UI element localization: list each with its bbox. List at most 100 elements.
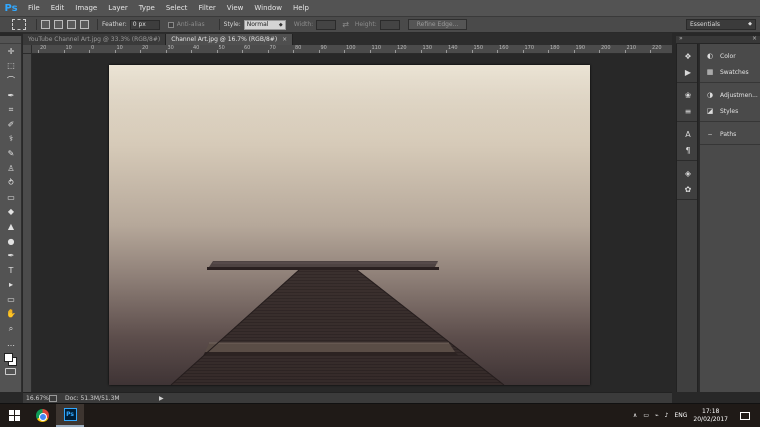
- menu-file[interactable]: File: [28, 4, 40, 12]
- play-actions-icon[interactable]: ▶: [677, 64, 699, 80]
- battery-icon[interactable]: ▭: [643, 412, 649, 419]
- history-icon[interactable]: ❖: [677, 48, 699, 64]
- language-indicator[interactable]: ENG: [674, 412, 687, 419]
- channels-icon[interactable]: ✿: [677, 181, 699, 197]
- dodge-tool-icon[interactable]: ●: [0, 234, 22, 249]
- panel-swatches[interactable]: ▦ Swatches: [700, 64, 760, 80]
- panel-styles[interactable]: ◪ Styles: [700, 103, 760, 119]
- hand-tool-icon[interactable]: ✋: [0, 307, 22, 322]
- brush-tool-icon[interactable]: ✎: [0, 146, 22, 161]
- zoom-level[interactable]: 16.67%: [23, 395, 49, 402]
- paragraph-icon[interactable]: ¶: [677, 142, 699, 158]
- show-hidden-icons-icon[interactable]: ∧: [633, 412, 637, 419]
- menu-view[interactable]: View: [227, 4, 244, 12]
- quick-selection-tool-icon[interactable]: ✒: [0, 88, 22, 103]
- menu-type[interactable]: Type: [139, 4, 155, 12]
- network-icon[interactable]: ⌁: [655, 412, 659, 419]
- menu-edit[interactable]: Edit: [51, 4, 65, 12]
- panel-group: ⌢ Paths: [700, 122, 760, 145]
- character-icon[interactable]: A: [677, 126, 699, 142]
- ruler-label: 20: [40, 45, 47, 51]
- zoom-tool-icon[interactable]: ⌕: [0, 321, 22, 336]
- tools-panel: ✛ ⬚ ⌒ ✒ ⌗ ✐ ⚕ ✎ ♙ ⥁ ▭ ◆ ▲ ● ✒ T ▸ ▭ ✋ ⌕…: [0, 36, 22, 392]
- taskbar-chrome[interactable]: [28, 404, 56, 427]
- rectangle-tool-icon[interactable]: ▭: [0, 292, 22, 307]
- ruler-tick: [599, 50, 600, 53]
- close-icon[interactable]: ×: [282, 34, 287, 45]
- history-brush-tool-icon[interactable]: ⥁: [0, 175, 22, 190]
- eraser-tool-icon[interactable]: ▭: [0, 190, 22, 205]
- type-tool-icon[interactable]: T: [0, 263, 22, 278]
- ruler-tick: [369, 50, 371, 53]
- brush-presets-icon[interactable]: ≡: [677, 103, 699, 119]
- path-selection-tool-icon[interactable]: ▸: [0, 278, 22, 293]
- clone-stamp-tool-icon[interactable]: ♙: [0, 161, 22, 176]
- tab-channel-art[interactable]: Channel Art.jpg @ 16.7% (RGB/8#) ×: [166, 34, 294, 45]
- height-input[interactable]: [379, 19, 400, 30]
- blur-tool-icon[interactable]: ▲: [0, 219, 22, 234]
- feather-input[interactable]: 0 px: [129, 19, 160, 30]
- ruler-origin[interactable]: [23, 45, 32, 54]
- document-icon: [49, 394, 57, 402]
- brush-settings-icon[interactable]: ❀: [677, 87, 699, 103]
- panel-adjustmen[interactable]: ◑ Adjustmen...: [700, 87, 760, 103]
- paint-bucket-tool-icon[interactable]: ◆: [0, 205, 22, 220]
- quick-mask-icon[interactable]: [5, 368, 16, 376]
- ruler-label: 20: [142, 45, 149, 51]
- options-divider: [36, 19, 37, 30]
- add-selection-mode-button[interactable]: [54, 20, 63, 29]
- crop-tool-icon[interactable]: ⌗: [0, 102, 22, 117]
- start-button[interactable]: [0, 404, 28, 427]
- volume-icon[interactable]: ♪: [665, 412, 669, 419]
- document-canvas[interactable]: [32, 54, 672, 392]
- layers-icon[interactable]: ◈: [677, 165, 699, 181]
- panel-color[interactable]: ◐ Color: [700, 48, 760, 64]
- move-tool-icon[interactable]: ✛: [0, 44, 22, 59]
- menu-image[interactable]: Image: [75, 4, 97, 12]
- ruler-tick: [63, 50, 65, 53]
- vertical-ruler[interactable]: [23, 54, 32, 392]
- healing-brush-tool-icon[interactable]: ⚕: [0, 132, 22, 147]
- menu-help[interactable]: Help: [293, 4, 309, 12]
- ruler-label: 150: [473, 45, 484, 51]
- taskbar-photoshop[interactable]: Ps: [56, 404, 84, 427]
- foreground-color-swatch[interactable]: [4, 353, 13, 363]
- workspace-select[interactable]: Essentials: [686, 19, 756, 30]
- new-selection-mode-button[interactable]: [41, 20, 50, 29]
- panel-paths[interactable]: ⌢ Paths: [700, 126, 760, 142]
- refine-edge-button[interactable]: Refine Edge...: [407, 19, 468, 30]
- menu-window[interactable]: Window: [254, 4, 282, 12]
- feather-label: Feather:: [102, 21, 127, 28]
- style-select[interactable]: Normal: [243, 19, 286, 30]
- panel-icon-group: ❀ ≡: [677, 83, 697, 122]
- lasso-tool-icon[interactable]: ⌒: [0, 73, 22, 88]
- tools-panel-grip[interactable]: [0, 36, 21, 44]
- tool-preset-picker[interactable]: [12, 19, 26, 30]
- antialias-checkbox[interactable]: [167, 21, 174, 28]
- width-input[interactable]: [316, 19, 337, 30]
- close-icon[interactable]: ×: [752, 35, 757, 42]
- menu-filter[interactable]: Filter: [198, 4, 215, 12]
- pen-tool-icon[interactable]: ✒: [0, 248, 22, 263]
- collapse-panels-icon[interactable]: »: [679, 35, 683, 42]
- ruler-tick: [318, 50, 320, 53]
- color-swatches[interactable]: [0, 350, 22, 376]
- ruler-label: 10: [65, 45, 72, 51]
- intersect-selection-mode-button[interactable]: [80, 20, 89, 29]
- subtract-selection-mode-button[interactable]: [67, 20, 76, 29]
- horizontal-ruler[interactable]: 20 10 0 10 20 30 40 50 60 70 80 90 100 110 120 130 140 15…: [32, 45, 687, 54]
- antialias-label: Anti-alias: [176, 21, 205, 28]
- menu-select[interactable]: Select: [166, 4, 188, 12]
- status-menu-arrow-icon[interactable]: ▶: [159, 395, 164, 402]
- edit-toolbar-icon[interactable]: …: [0, 336, 22, 351]
- tab-youtube-channel-art[interactable]: YouTube Channel Art.jpg @ 33.3% (RGB/8#): [23, 34, 167, 45]
- action-center-icon[interactable]: [740, 411, 750, 420]
- menu-layer[interactable]: Layer: [108, 4, 128, 12]
- ruler-label: 70: [269, 45, 276, 51]
- styles-panel-icon: ◪: [706, 107, 714, 115]
- color-panel-icon: ◐: [706, 52, 714, 60]
- swap-arrows-icon[interactable]: ⇄: [342, 20, 349, 29]
- marquee-tool-icon[interactable]: ⬚: [0, 59, 22, 74]
- eyedropper-tool-icon[interactable]: ✐: [0, 117, 22, 132]
- clock[interactable]: 17:18 20/02/2017: [693, 408, 728, 424]
